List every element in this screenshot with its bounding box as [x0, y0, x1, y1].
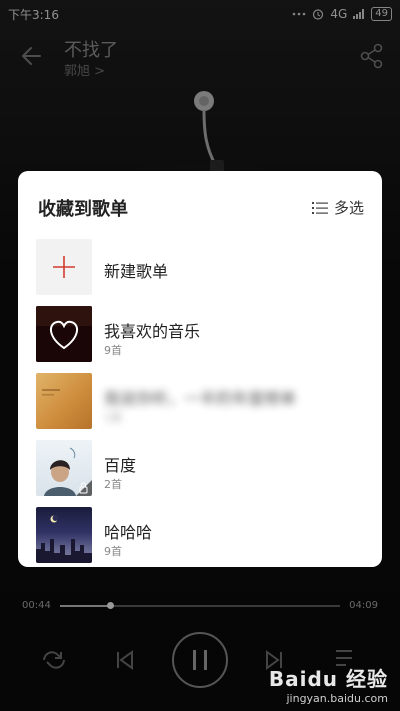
playlist-row[interactable]: 我说你听，一半的年度榜单 1首 — [18, 371, 382, 438]
playlist-count: 9首 — [104, 545, 122, 558]
playlist-list: 新建歌单 我喜欢的音乐 9首 我说你听，一半的年度榜单 1首 百度 2首 哈哈哈… — [18, 237, 382, 567]
dialog-header: 收藏到歌单 多选 — [18, 171, 382, 233]
total-time: 04:09 — [349, 600, 378, 611]
album-art — [42, 389, 60, 396]
collect-to-playlist-dialog: 收藏到歌单 多选 新建歌单 我喜欢的音乐 9首 我说你听，一半的年度榜单 1首 … — [18, 171, 382, 567]
night-skyline-art — [36, 515, 92, 563]
watermark-brand: Baidu 经验 — [268, 667, 388, 691]
progress-slider[interactable] — [60, 602, 340, 609]
baidu-watermark-logo: Baidu 经验 jingyan.baidu.com — [269, 663, 388, 705]
playlist-count: 1首 — [104, 411, 122, 424]
dialog-title: 收藏到歌单 — [38, 199, 128, 220]
pause-icon — [193, 650, 207, 670]
new-playlist-label: 新建歌单 — [104, 262, 169, 281]
playlist-count: 9首 — [104, 344, 122, 357]
progress-thumb[interactable] — [107, 602, 115, 609]
playlist-name: 百度 — [104, 456, 137, 475]
album-cover — [36, 373, 92, 429]
night-cover — [36, 507, 92, 563]
new-playlist-cover — [36, 239, 92, 295]
multi-select-button[interactable]: 多选 — [311, 197, 364, 218]
favorites-cover — [36, 306, 92, 362]
pause-button[interactable] — [172, 632, 228, 688]
playlist-row[interactable]: 我喜欢的音乐 9首 — [18, 304, 382, 371]
portrait-art — [44, 447, 92, 496]
heart-icon — [36, 306, 92, 362]
multi-select-label: 多选 — [333, 199, 364, 217]
baidu-cover — [36, 440, 92, 496]
playlist-name: 我说你听，一半的年度榜单 — [104, 389, 297, 408]
playlist-name: 我喜欢的音乐 — [104, 322, 201, 341]
new-playlist-row[interactable]: 新建歌单 — [18, 237, 382, 304]
previous-icon[interactable] — [115, 650, 135, 670]
playlist-name: 哈哈哈 — [104, 523, 153, 542]
playlist-count: 2首 — [104, 478, 122, 491]
repeat-icon[interactable] — [40, 648, 68, 672]
progress-fill — [60, 605, 111, 607]
list-icon — [311, 201, 328, 214]
playlist-row[interactable]: 百度 2首 — [18, 438, 382, 505]
plus-icon — [53, 256, 75, 278]
playlist-row[interactable]: 哈哈哈 9首 — [18, 505, 382, 567]
current-time: 00:44 — [22, 600, 51, 611]
progress-row: 00:44 04:09 — [0, 596, 400, 616]
watermark-url: jingyan.baidu.com — [286, 692, 388, 705]
